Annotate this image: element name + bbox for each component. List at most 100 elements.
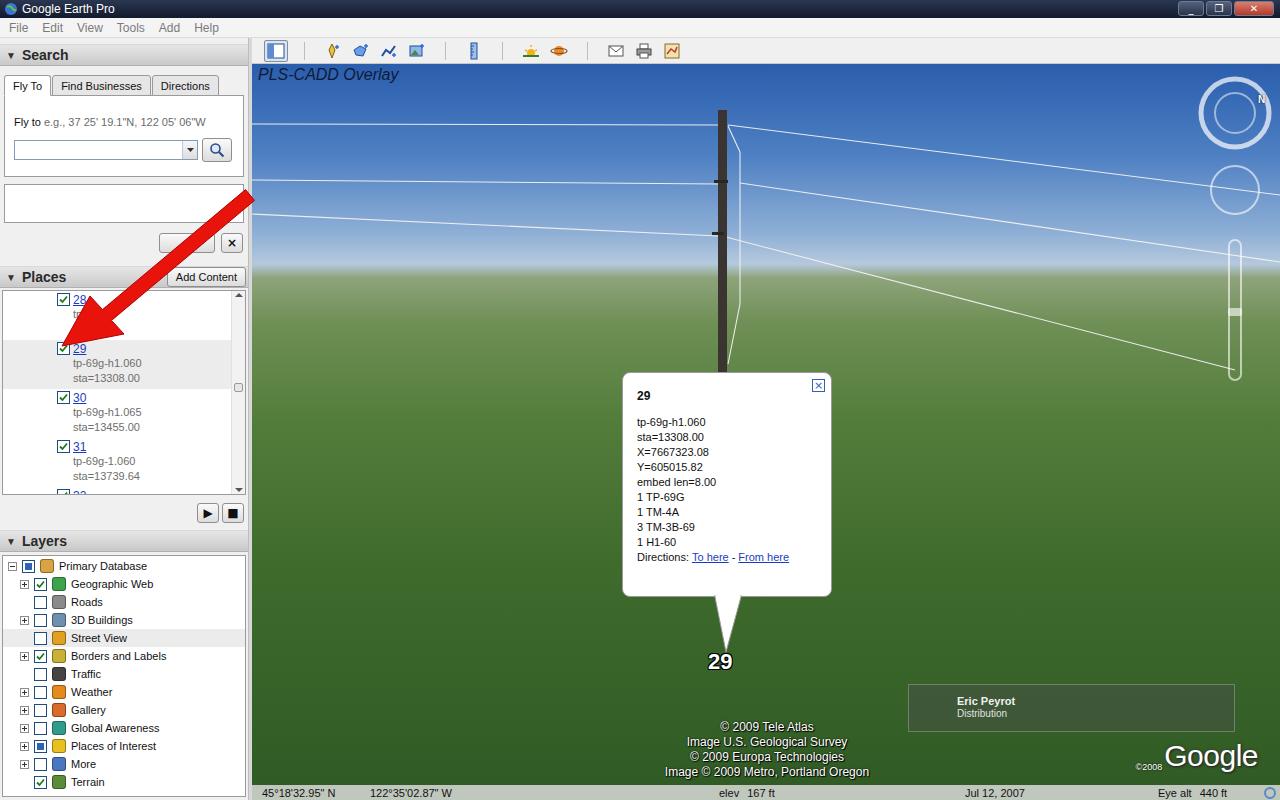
layer-row[interactable]: 3D Buildings [3,611,245,629]
layer-row[interactable]: Global Awareness [3,719,245,737]
place-link[interactable]: 31 [73,440,140,454]
checkbox[interactable] [34,650,47,663]
place-item[interactable]: 32 [3,487,231,494]
places-scrollbar[interactable] [231,291,245,494]
menu-item[interactable]: View [70,21,110,35]
layer-row[interactable]: Primary Database [3,557,245,575]
expander[interactable] [8,562,17,571]
status-date: Jul 12, 2007 [965,787,1158,799]
layers-header[interactable]: ▼Layers [0,530,248,552]
layer-row[interactable]: Street View [3,629,245,647]
layer-row[interactable]: More [3,755,245,773]
layer-row[interactable]: Places of Interest [3,737,245,755]
checkbox[interactable] [34,632,47,645]
balloon-close-button[interactable]: × [812,379,825,392]
tour-button[interactable]: ▶ [197,503,219,523]
toolbar-button[interactable] [660,40,684,62]
expander[interactable] [20,652,29,661]
expander[interactable] [20,760,29,769]
menu-item[interactable]: File [2,21,35,35]
menu-item[interactable]: Edit [35,21,70,35]
navigation-icon[interactable] [1190,74,1280,394]
placemark-label[interactable]: 29 [708,649,732,675]
checkbox[interactable] [34,686,47,699]
expander[interactable] [20,580,29,589]
layer-row[interactable]: Gallery [3,701,245,719]
checkbox[interactable] [34,578,47,591]
collapse-toggle[interactable]: ▼ [6,536,16,547]
expander[interactable] [20,616,29,625]
fly-to-input[interactable] [15,141,182,159]
toolbar-button[interactable] [377,40,401,62]
place-link[interactable]: 28 [73,293,104,307]
search-button[interactable] [202,138,232,162]
layer-row[interactable]: Roads [3,593,245,611]
checkbox[interactable] [34,740,47,753]
layer-row[interactable]: Weather [3,683,245,701]
layer-row[interactable]: Geographic Web [3,575,245,593]
checkbox[interactable] [34,668,47,681]
checkbox[interactable] [34,722,47,735]
expander[interactable] [20,706,29,715]
checkbox[interactable] [57,440,70,453]
checkbox[interactable] [34,704,47,717]
checkbox[interactable] [34,758,47,771]
toolbar-button[interactable] [547,40,571,62]
places-header[interactable]: ▼PlacesAdd Content [0,266,248,288]
scroll-up-icon[interactable] [235,293,243,297]
place-item[interactable]: 30tp-69g-h1.065sta=13455.00 [3,389,231,438]
checkbox[interactable] [22,560,35,573]
expander[interactable] [20,724,29,733]
toolbar-button[interactable] [632,40,656,62]
toolbar-button[interactable] [264,40,288,62]
window-button[interactable]: ✕ [1234,1,1274,16]
place-item[interactable]: 28tp-69gsta= [3,291,231,340]
checkbox[interactable] [57,489,70,494]
search-header[interactable]: ▼Search [0,44,248,66]
clear-search-button[interactable]: × [221,233,243,253]
history-dropdown[interactable] [182,141,197,159]
toolbar-button[interactable] [321,40,345,62]
toolbar-button[interactable] [349,40,373,62]
search-tab[interactable]: Find Businesses [52,75,151,96]
layer-row[interactable]: Traffic [3,665,245,683]
place-link[interactable]: 32 [73,489,86,494]
collapse-toggle[interactable]: ▼ [6,50,16,61]
place-item[interactable]: 31tp-69g-1.060sta=13739.64 [3,438,231,487]
search-tab[interactable]: Fly To [4,75,51,96]
checkbox[interactable] [57,293,70,306]
menu-item[interactable]: Tools [110,21,152,35]
toolbar-button[interactable] [405,40,429,62]
toolbar-button[interactable] [462,40,486,62]
scroll-thumb[interactable] [234,383,243,392]
checkbox[interactable] [34,596,47,609]
menu-item[interactable]: Add [152,21,187,35]
collapse-toggle[interactable]: ▼ [6,272,16,283]
place-link[interactable]: 30 [73,391,142,405]
expander[interactable] [20,688,29,697]
tour-button[interactable] [159,233,215,253]
checkbox[interactable] [34,776,47,789]
window-button[interactable]: ❐ [1206,1,1232,16]
add-content-button[interactable]: Add Content [167,267,246,287]
checkbox[interactable] [57,391,70,404]
toolbar-button[interactable] [519,40,543,62]
layer-icon [52,739,66,753]
checkbox[interactable] [34,614,47,627]
layer-row[interactable]: Borders and Labels [3,647,245,665]
tour-button[interactable]: ■ [222,503,244,523]
scroll-down-icon[interactable] [235,488,243,492]
window-button[interactable]: _ [1178,1,1204,16]
directions-link[interactable]: To here [692,550,729,565]
directions-link[interactable]: From here [738,550,789,565]
toolbar-button[interactable] [604,40,628,62]
place-link[interactable]: 29 [73,342,142,356]
notification-toast[interactable]: Eric PeyrotDistribution [908,684,1235,732]
expander[interactable] [20,742,29,751]
menu-item[interactable]: Help [187,21,226,35]
checkbox[interactable] [57,342,70,355]
layer-row[interactable]: Terrain [3,773,245,791]
place-item[interactable]: 29tp-69g-h1.060sta=13308.00 [3,340,231,389]
search-tab[interactable]: Directions [152,75,219,96]
earth-view[interactable]: PLS-CADD OverlayNEric PeyrotDistribution… [252,64,1280,800]
